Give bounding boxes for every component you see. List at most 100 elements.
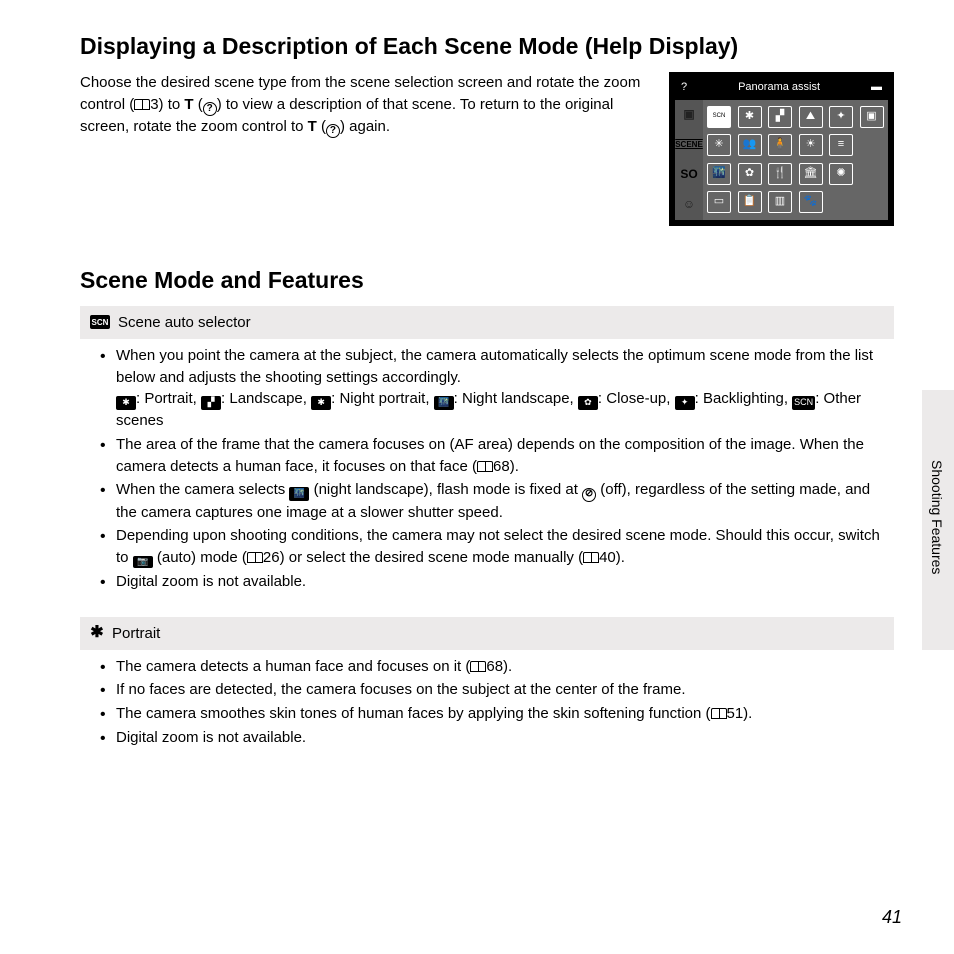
intro-text-3: ( [194, 96, 203, 113]
intro-block: Choose the desired scene type from the s… [80, 72, 894, 225]
side-label: Shooting Features [926, 460, 946, 574]
titlebar-battery-icon: ▬ [871, 80, 882, 95]
bullet-2: The area of the frame that the camera fo… [116, 434, 884, 478]
flash-off-icon: ⊘ [582, 488, 596, 502]
titlebar-help-icon: ? [681, 80, 687, 95]
portrait-bullets: The camera detects a human face and focu… [80, 650, 894, 769]
bullet-4: Depending upon shooting conditions, the … [116, 525, 884, 569]
grid-cell-empty [829, 191, 853, 213]
bullet-4: Digital zoom is not available. [116, 727, 884, 749]
screen-grid: SCN ✱ ▞ ⛰ ✦ ▣ ✳ 👥 🧍 ☀ ≡ 🌃 ✿ 🍴 🏛 ✺ ▭ 📋 [703, 100, 888, 220]
night-landscape-badge-icon: 🌃 [434, 396, 454, 410]
camera-screen-figure: ? Panorama assist ▬ ▣ SCENE SO ☺ SCN ✱ ▞… [669, 72, 894, 225]
scene-auto-icon: SCN [90, 315, 110, 329]
intro-text-5: ( [317, 118, 326, 135]
grid-cell: 🏛 [799, 163, 823, 185]
portrait-badge-icon: ✱ [116, 396, 136, 410]
heading-help-display: Displaying a Description of Each Scene M… [80, 30, 894, 62]
grid-cell: 👥 [738, 134, 762, 156]
bullet-1: The camera detects a human face and focu… [116, 656, 884, 678]
backlight-badge-icon: ✦ [675, 396, 695, 410]
night-landscape-badge-icon: 🌃 [289, 487, 309, 501]
grid-cell: 🧍 [768, 134, 792, 156]
bullet-2: If no faces are detected, the camera foc… [116, 679, 884, 701]
screen-titlebar: ? Panorama assist ▬ [675, 78, 888, 99]
mode-title-portrait: Portrait [112, 623, 160, 644]
tab-camera-icon: ▣ [675, 100, 703, 130]
grid-cell-empty [860, 163, 884, 185]
bullet-5: Digital zoom is not available. [116, 571, 884, 593]
bullet-text: The camera smoothes skin tones of human … [116, 705, 711, 722]
page-number: 41 [882, 905, 902, 930]
grid-cell: ≡ [829, 134, 853, 156]
grid-cell-empty [860, 191, 884, 213]
bullet-text: (night landscape), flash mode is fixed a… [309, 481, 582, 498]
book-icon [247, 552, 263, 563]
other-badge-icon: SCN [792, 396, 815, 410]
bullet-text: : Backlighting, [695, 390, 793, 407]
t-bold-2: T [308, 118, 317, 135]
grid-cell: 🐾 [799, 191, 823, 213]
book-icon [470, 661, 486, 672]
screen-title: Panorama assist [738, 80, 820, 95]
bullet-text: : Night landscape, [454, 390, 578, 407]
screen-tabs: ▣ SCENE SO ☺ [675, 100, 703, 220]
grid-cell: ✿ [738, 163, 762, 185]
bullet-text: 26) or select the desired scene mode man… [263, 549, 583, 566]
help-icon: ? [203, 102, 217, 116]
landscape-badge-icon: ▞ [201, 396, 221, 410]
book-icon [134, 99, 150, 110]
camera-icon: 📷 [133, 556, 153, 568]
bullet-text: : Close-up, [598, 390, 675, 407]
bullet-3: When the camera selects 🌃 (night landsca… [116, 479, 884, 523]
t-bold-1: T [184, 96, 193, 113]
bullet-text: 40). [599, 549, 625, 566]
grid-cell: ▭ [707, 191, 731, 213]
auto-selector-bullets: When you point the camera at the subject… [80, 339, 894, 613]
mode-header-portrait: ✱ Portrait [80, 617, 894, 650]
grid-cell: ✦ [829, 106, 853, 128]
bullet-1: When you point the camera at the subject… [116, 345, 884, 432]
grid-cell: ✺ [829, 163, 853, 185]
bullet-text: 51). [727, 705, 753, 722]
tab-so: SO [675, 160, 703, 190]
grid-cell: ☀ [799, 134, 823, 156]
grid-cell: 🌃 [707, 163, 731, 185]
bullet-text: : Portrait, [136, 390, 201, 407]
grid-cell: ✳ [707, 134, 731, 156]
bullet-text: When the camera selects [116, 481, 289, 498]
tab-smile-icon: ☺ [675, 190, 703, 220]
bullet-text: When you point the camera at the subject… [116, 347, 873, 386]
bullet-text: : Night portrait, [331, 390, 434, 407]
grid-cell: ⛰ [799, 106, 823, 128]
grid-cell-scene: SCN [707, 106, 731, 128]
intro-text-2: 3) to [150, 96, 184, 113]
book-icon [583, 552, 599, 563]
grid-cell: ▥ [768, 191, 792, 213]
book-icon [711, 708, 727, 719]
grid-cell: ▣ [860, 106, 884, 128]
tab-scene: SCENE [675, 130, 703, 160]
grid-cell: 📋 [738, 191, 762, 213]
heading-scene-mode-features: Scene Mode and Features [80, 264, 894, 296]
help-icon: ? [326, 124, 340, 138]
screen-body: ▣ SCENE SO ☺ SCN ✱ ▞ ⛰ ✦ ▣ ✳ 👥 🧍 ☀ ≡ 🌃 ✿ [675, 100, 888, 220]
intro-paragraph: Choose the desired scene type from the s… [80, 72, 654, 225]
intro-text-6: ) again. [340, 118, 390, 135]
bullet-3: The camera smoothes skin tones of human … [116, 703, 884, 725]
grid-cell: ▞ [768, 106, 792, 128]
portrait-icon: ✱ [90, 626, 104, 640]
bullet-text: 68). [493, 458, 519, 475]
grid-cell: 🍴 [768, 163, 792, 185]
mode-title-auto: Scene auto selector [118, 312, 251, 333]
bullet-text: The camera detects a human face and focu… [116, 658, 470, 675]
bullet-text: : Landscape, [221, 390, 311, 407]
night-portrait-badge-icon: ✱ [311, 396, 331, 410]
bullet-text: 68). [486, 658, 512, 675]
closeup-badge-icon: ✿ [578, 396, 598, 410]
book-icon [477, 461, 493, 472]
bullet-text: (auto) mode ( [153, 549, 247, 566]
grid-cell: ✱ [738, 106, 762, 128]
grid-cell-empty [860, 134, 884, 156]
mode-header-auto-selector: SCN Scene auto selector [80, 306, 894, 339]
